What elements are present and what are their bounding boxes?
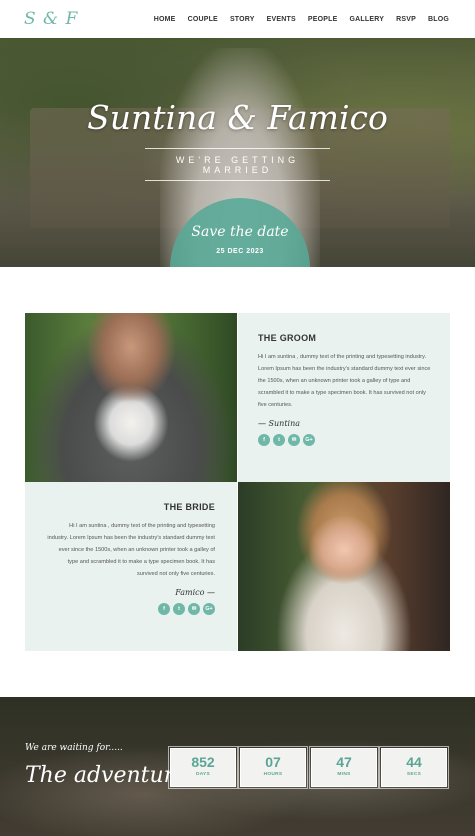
countdown-hours: 07 HOURS xyxy=(238,746,308,789)
hero-subtitle: WE'RE GETTING MARRIED xyxy=(145,148,330,181)
facebook-icon[interactable]: f xyxy=(158,603,170,615)
countdown-mins: 47 MINS xyxy=(309,746,379,789)
nav-story-link[interactable]: STORY xyxy=(230,16,255,23)
twitter-icon[interactable]: t xyxy=(273,434,285,446)
nav-couple-link[interactable]: COUPLE xyxy=(188,16,218,23)
email-icon[interactable]: ✉ xyxy=(188,603,200,615)
groom-bio: Hi I am suntina , dummy text of the prin… xyxy=(258,354,431,408)
countdown-section: We are waiting for..... The adventure 85… xyxy=(0,697,475,836)
countdown-hours-label: HOURS xyxy=(263,772,283,777)
countdown-secs-label: SECS xyxy=(406,772,422,777)
groom-info: THE GROOM Hi I am suntina , dummy text o… xyxy=(238,313,450,482)
countdown-headline: The adventure xyxy=(25,763,188,788)
nav-blog-link[interactable]: BLOG xyxy=(428,16,449,23)
site-logo[interactable]: S & F xyxy=(24,9,78,29)
countdown-mins-label: MINS xyxy=(337,772,351,777)
groom-photo xyxy=(25,313,237,482)
google-plus-icon[interactable]: G+ xyxy=(203,603,215,615)
facebook-icon[interactable]: f xyxy=(258,434,270,446)
countdown-days-value: 852 xyxy=(191,754,215,770)
countdown-secs: 44 SECS xyxy=(379,746,449,789)
bride-photo xyxy=(238,482,450,651)
hero-title: Suntina & Famico xyxy=(87,98,388,137)
wedding-date: 25 DEC 2023 xyxy=(216,248,264,255)
countdown-hours-value: 07 xyxy=(265,754,281,770)
bride-bio: Hi I am suntina , dummy text of the prin… xyxy=(47,523,215,577)
countdown-secs-value: 44 xyxy=(406,754,422,770)
groom-signature: — Suntina xyxy=(258,419,301,428)
hero-banner: Suntina & Famico WE'RE GETTING MARRIED S… xyxy=(0,38,475,267)
nav-people-link[interactable]: PEOPLE xyxy=(308,16,338,23)
bride-heading: THE BRIDE xyxy=(163,502,215,512)
nav-rsvp-link[interactable]: RSVP xyxy=(396,16,416,23)
countdown-days: 852 DAYS xyxy=(168,746,238,789)
couple-section: THE GROOM Hi I am suntina , dummy text o… xyxy=(25,313,450,651)
countdown-tagline: We are waiting for..... xyxy=(25,743,123,753)
email-icon[interactable]: ✉ xyxy=(288,434,300,446)
save-date-label: Save the date xyxy=(191,224,289,240)
bride-signature: Famico — xyxy=(175,588,215,597)
nav-home-link[interactable]: HOME xyxy=(154,16,176,23)
countdown-days-label: DAYS xyxy=(195,772,211,777)
twitter-icon[interactable]: t xyxy=(173,603,185,615)
groom-social-links: f t ✉ G+ xyxy=(258,434,434,446)
top-navbar: S & F HOME COUPLE STORY EVENTS PEOPLE GA… xyxy=(0,0,475,38)
google-plus-icon[interactable]: G+ xyxy=(303,434,315,446)
nav-events-link[interactable]: EVENTS xyxy=(267,16,296,23)
bride-info: THE BRIDE Hi I am suntina , dummy text o… xyxy=(25,482,237,651)
countdown-mins-value: 47 xyxy=(336,754,352,770)
main-menu: HOME COUPLE STORY EVENTS PEOPLE GALLERY … xyxy=(154,16,449,23)
groom-heading: THE GROOM xyxy=(258,333,317,343)
bride-social-links: f t ✉ G+ xyxy=(47,603,215,615)
nav-gallery-link[interactable]: GALLERY xyxy=(350,16,385,23)
